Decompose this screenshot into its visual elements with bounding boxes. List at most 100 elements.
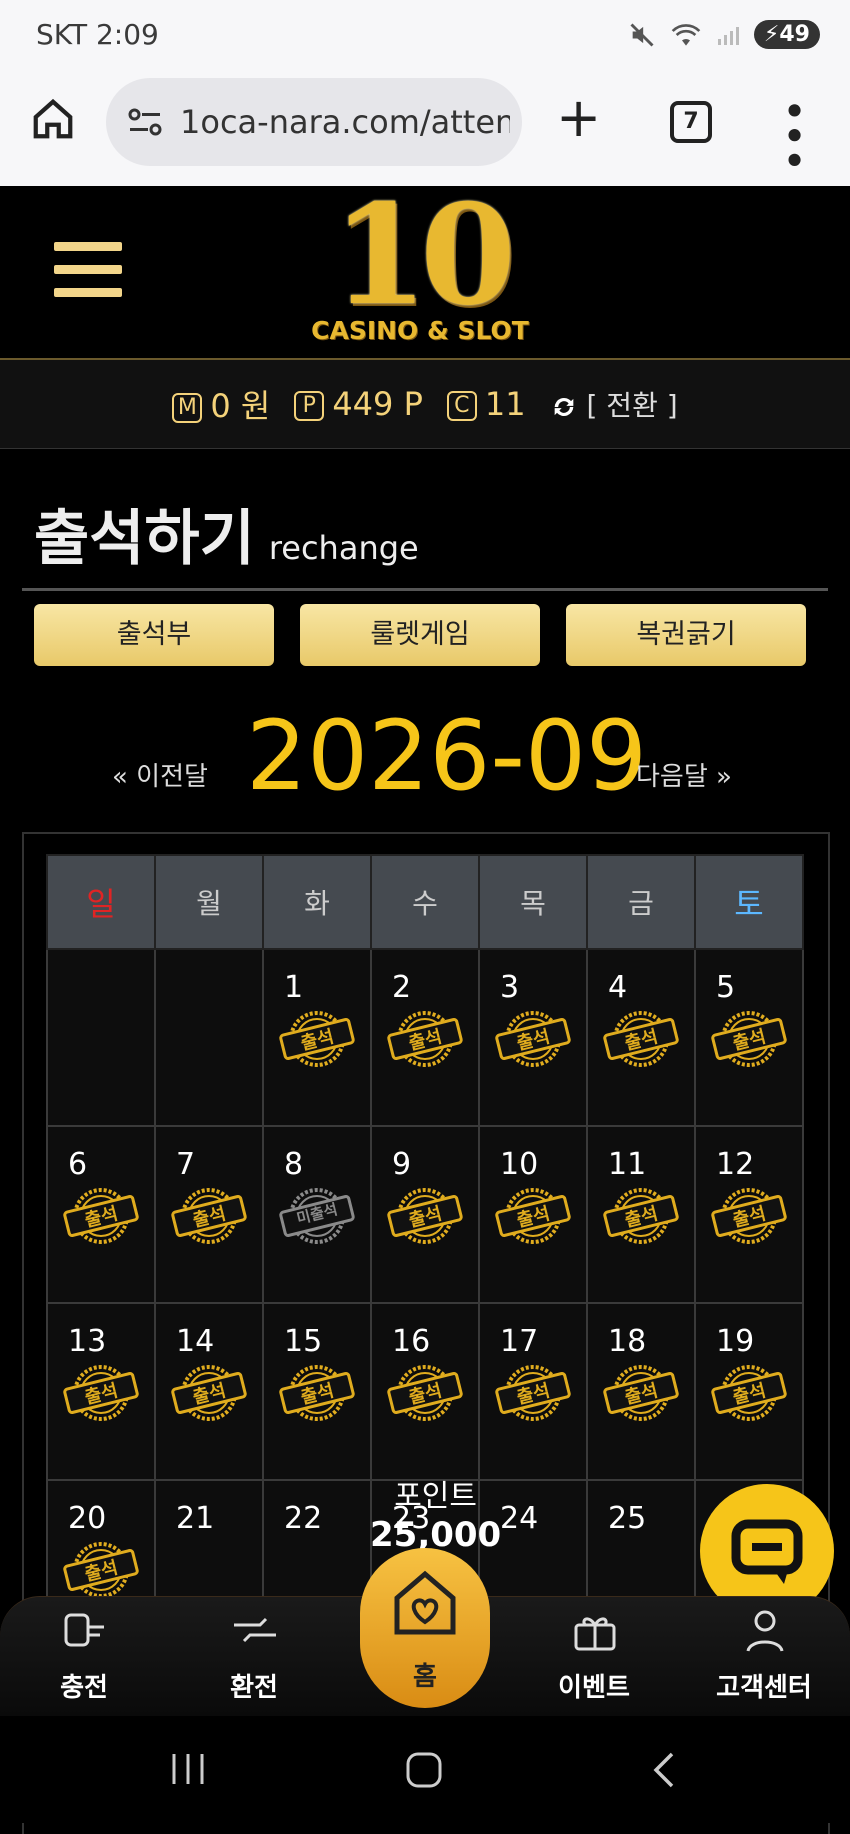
- status-bar: SKT 2:09 ⚡49: [0, 0, 850, 72]
- nav-charge-label: 충전: [60, 1673, 108, 1703]
- page-subtitle: rechange: [268, 529, 419, 567]
- nav-support-label: 고객센터: [716, 1673, 812, 1703]
- attendance-stamp-icon: 출석: [278, 1362, 356, 1424]
- weekday-header: 일 월 화 수 목 금 토: [46, 854, 804, 950]
- logo-number: 10: [331, 173, 516, 336]
- refresh-icon: [554, 398, 573, 416]
- wifi-icon: [671, 23, 701, 46]
- page-title-text: 출석하기: [34, 504, 255, 574]
- attendance-stamp-icon: 출석: [710, 1185, 788, 1247]
- weekday-wed: 수: [370, 854, 480, 950]
- calendar-day-cell[interactable]: 13 출석: [46, 1302, 156, 1481]
- calendar-week-row: 13 출석 14 출석 15 출석 16 출석 17 출석 18 출석 19 출석: [46, 1302, 804, 1481]
- weekday-sun: 일: [46, 854, 156, 950]
- nav-event[interactable]: 이벤트: [534, 1597, 654, 1717]
- calendar-week-row: 1 출석 2 출석 3 출석 4 출석 5 출석: [46, 948, 804, 1127]
- home-nav-icon[interactable]: [404, 1750, 444, 1790]
- attendance-stamp-icon: 출석: [494, 1362, 572, 1424]
- attendance-stamp-icon: 출석: [278, 1008, 356, 1070]
- day-number: 9: [392, 1147, 412, 1182]
- calendar-day-cell[interactable]: 1 출석: [262, 948, 372, 1127]
- calendar-day-cell[interactable]: 15 출석: [262, 1302, 372, 1481]
- attendance-stamp-icon: 출석: [710, 1362, 788, 1424]
- address-bar[interactable]: 1oca-nara.com/atten: [106, 78, 522, 166]
- calendar-day-cell[interactable]: 3 출석: [478, 948, 588, 1127]
- home-heart-icon: [394, 1570, 456, 1635]
- nav-exchange[interactable]: 환전: [194, 1597, 314, 1717]
- calendar-day-cell[interactable]: 8 미출석: [262, 1125, 372, 1304]
- day-number: 11: [608, 1147, 647, 1182]
- attendance-stamp-icon: 출석: [494, 1008, 572, 1070]
- day-number: 7: [176, 1147, 196, 1182]
- calendar-day-cell[interactable]: 12 출석: [694, 1125, 804, 1304]
- status-icons: ⚡49: [628, 20, 820, 49]
- prev-month-link[interactable]: « 이전달: [112, 756, 208, 793]
- divider: [22, 588, 828, 591]
- attendance-stamp-icon: 출석: [710, 1008, 788, 1070]
- calendar-day-cell[interactable]: 18 출석: [586, 1302, 696, 1481]
- nav-home[interactable]: 홈: [360, 1548, 490, 1708]
- calendar-day-cell[interactable]: 7 출석: [154, 1125, 264, 1304]
- next-month-link[interactable]: 다음달 »: [636, 756, 732, 793]
- attendance-stamp-icon: 출석: [170, 1185, 248, 1247]
- hamburger-menu-icon[interactable]: [54, 242, 122, 311]
- status-time: SKT 2:09: [36, 18, 159, 51]
- tab-attendance[interactable]: 출석부: [34, 604, 274, 666]
- tab-roulette[interactable]: 룰렛게임: [300, 604, 540, 666]
- calendar-day-cell[interactable]: 9 출석: [370, 1125, 480, 1304]
- day-number: 10: [500, 1147, 539, 1182]
- nav-support[interactable]: 고객센터: [704, 1597, 824, 1717]
- calendar-day-cell[interactable]: 5 출석: [694, 948, 804, 1127]
- calendar-day-cell[interactable]: 11 출석: [586, 1125, 696, 1304]
- day-number: 1: [284, 970, 304, 1005]
- weekday-thu: 목: [478, 854, 588, 950]
- day-number: 3: [500, 970, 520, 1005]
- money-value: 0 원: [210, 387, 271, 425]
- casino-value: 11: [484, 385, 526, 423]
- more-menu-icon[interactable]: •••: [769, 98, 818, 172]
- switch-label: [ 전환 ]: [586, 389, 678, 422]
- calendar-day-cell[interactable]: 6 출석: [46, 1125, 156, 1304]
- home-icon[interactable]: [30, 96, 76, 142]
- attendance-stamp-icon: 출석: [62, 1539, 140, 1601]
- day-number: 16: [392, 1324, 431, 1359]
- tab-lottery[interactable]: 복권긁기: [566, 604, 806, 666]
- calendar-day-cell[interactable]: 16 출석: [370, 1302, 480, 1481]
- calendar-day-cell: [154, 948, 264, 1127]
- day-number: 2: [392, 970, 412, 1005]
- tab-switcher-button[interactable]: 7: [670, 101, 712, 143]
- month-nav: « 이전달 2026-09 다음달 »: [0, 700, 850, 812]
- point-icon: P: [294, 391, 325, 421]
- attendance-stamp-icon: 출석: [602, 1362, 680, 1424]
- mute-icon: [630, 22, 654, 47]
- recent-apps-icon[interactable]: [168, 1752, 208, 1786]
- day-number: 21: [176, 1501, 215, 1536]
- new-tab-icon[interactable]: +: [556, 91, 601, 145]
- battery-icon: ⚡49: [753, 20, 820, 49]
- calendar-day-cell[interactable]: 10 출석: [478, 1125, 588, 1304]
- calendar-day-cell[interactable]: 14 출석: [154, 1302, 264, 1481]
- back-icon[interactable]: [648, 1750, 678, 1790]
- support-agent-icon: [746, 1610, 784, 1652]
- calendar-day-cell[interactable]: 17 출석: [478, 1302, 588, 1481]
- calendar-day-cell[interactable]: 4 출석: [586, 948, 696, 1127]
- url-text: 1oca-nara.com/atten: [180, 103, 510, 141]
- money-balance: M0 원: [172, 381, 270, 427]
- day-number: 24: [500, 1501, 539, 1536]
- calendar-day-cell[interactable]: 2 출석: [370, 948, 480, 1127]
- switch-button[interactable]: [ 전환 ]: [550, 384, 678, 424]
- day-number: 20: [68, 1501, 107, 1536]
- signal-icon: [717, 26, 739, 45]
- nav-event-label: 이벤트: [558, 1673, 630, 1703]
- calendar-day-cell[interactable]: 19 출석: [694, 1302, 804, 1481]
- missed-stamp-icon: 미출석: [278, 1185, 356, 1247]
- nav-charge[interactable]: 충전: [24, 1597, 144, 1717]
- day-number: 18: [608, 1324, 647, 1359]
- tab-buttons: 출석부 룰렛게임 복권긁기: [34, 604, 806, 666]
- day-number: 13: [68, 1324, 107, 1359]
- site-logo[interactable]: 10 CASINO & SLOT: [300, 173, 540, 352]
- day-number: 4: [608, 970, 628, 1005]
- attendance-stamp-icon: 출석: [170, 1362, 248, 1424]
- site-settings-icon[interactable]: [126, 107, 164, 137]
- page-title: 출석하기 rechange: [34, 490, 419, 577]
